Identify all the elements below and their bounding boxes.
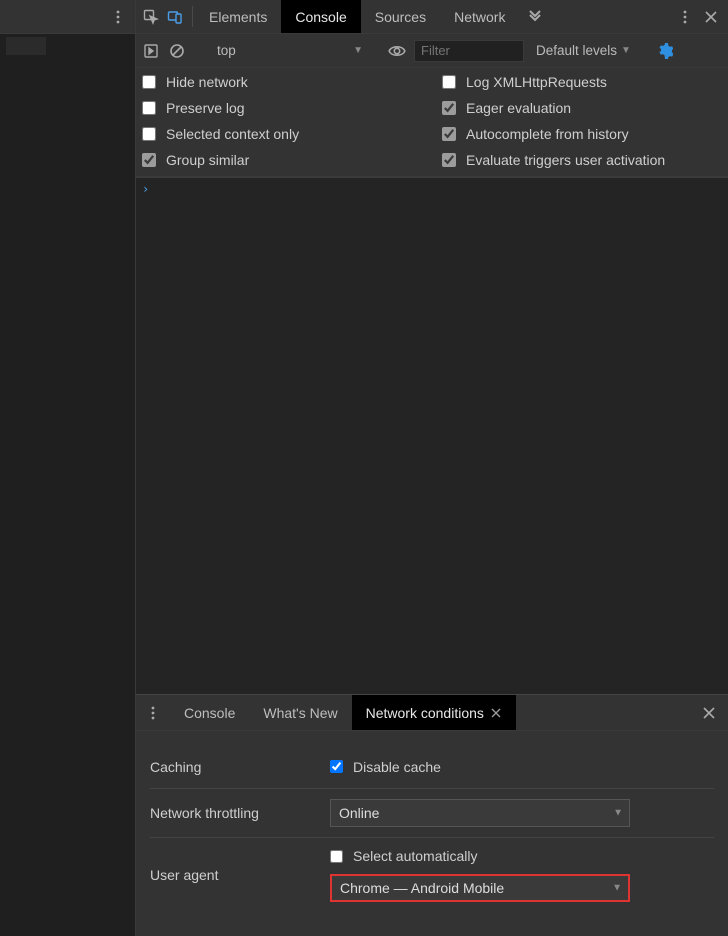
clear-console-icon[interactable] <box>168 42 186 60</box>
throttling-label: Network throttling <box>150 805 330 821</box>
filter-input[interactable] <box>414 40 524 62</box>
group-similar-checkbox[interactable]: Group similar <box>142 152 442 168</box>
eager-eval-checkbox[interactable]: Eager evaluation <box>442 100 722 116</box>
kebab-menu-icon[interactable] <box>144 704 162 722</box>
tab-console[interactable]: Console <box>281 0 360 33</box>
content-pane <box>0 0 136 936</box>
context-selector[interactable]: top ▼ <box>207 43 367 58</box>
devtools-tabbar: Elements Console Sources Network <box>136 0 728 34</box>
tab-overflow[interactable] <box>519 0 551 33</box>
console-output[interactable]: › <box>136 177 728 694</box>
disable-cache-checkbox[interactable]: Disable cache <box>330 759 714 775</box>
select-automatically-label: Select automatically <box>353 848 478 864</box>
device-toolbar-icon[interactable] <box>166 8 184 26</box>
content-pane-field[interactable] <box>6 37 46 55</box>
select-automatically-checkbox[interactable]: Select automatically <box>330 848 714 864</box>
evaluate-triggers-input[interactable] <box>442 153 456 167</box>
chevron-down-icon: ▼ <box>353 45 363 56</box>
preserve-log-input[interactable] <box>142 101 156 115</box>
drawer-tabbar: Console What's New Network conditions <box>136 695 728 731</box>
drawer-tab-console[interactable]: Console <box>170 695 249 730</box>
content-pane-top <box>0 0 135 34</box>
preserve-log-label: Preserve log <box>166 100 245 116</box>
close-tab-icon[interactable] <box>490 707 502 719</box>
kebab-menu-icon[interactable] <box>676 8 694 26</box>
chevron-down-icon: ▼ <box>621 45 631 56</box>
log-xhr-label: Log XMLHttpRequests <box>466 74 607 90</box>
autocomplete-input[interactable] <box>442 127 456 141</box>
drawer-tab-whats-new[interactable]: What's New <box>249 695 351 730</box>
user-agent-value: Chrome — Android Mobile <box>340 880 504 896</box>
caching-row: Caching Disable cache <box>150 745 714 789</box>
disable-cache-label: Disable cache <box>353 759 441 775</box>
evaluate-triggers-label: Evaluate triggers user activation <box>466 152 665 168</box>
evaluate-triggers-checkbox[interactable]: Evaluate triggers user activation <box>442 152 722 168</box>
console-settings-panel: Hide network Log XMLHttpRequests Preserv… <box>136 68 728 177</box>
close-icon[interactable] <box>702 8 720 26</box>
user-agent-select[interactable]: Chrome — Android Mobile ▼ <box>330 874 630 902</box>
throttling-value: Online <box>339 805 379 821</box>
group-similar-input[interactable] <box>142 153 156 167</box>
inspect-element-icon[interactable] <box>142 8 160 26</box>
drawer-panel: Console What's New Network conditions Ca… <box>136 694 728 936</box>
tab-sources[interactable]: Sources <box>361 0 440 33</box>
hide-network-checkbox[interactable]: Hide network <box>142 74 442 90</box>
log-levels-value: Default levels <box>536 43 617 58</box>
selected-context-input[interactable] <box>142 127 156 141</box>
devtools-panel: Elements Console Sources Network top ▼ <box>136 0 728 936</box>
chevron-down-icon: ▼ <box>612 883 622 894</box>
console-prompt: › <box>142 182 149 196</box>
hide-network-label: Hide network <box>166 74 248 90</box>
hide-network-input[interactable] <box>142 75 156 89</box>
log-xhr-input[interactable] <box>442 75 456 89</box>
execution-context-icon[interactable] <box>142 42 160 60</box>
chevron-down-icon: ▼ <box>613 808 623 819</box>
group-similar-label: Group similar <box>166 152 249 168</box>
autocomplete-checkbox[interactable]: Autocomplete from history <box>442 126 722 142</box>
eager-eval-label: Eager evaluation <box>466 100 571 116</box>
close-drawer-icon[interactable] <box>700 704 718 722</box>
throttling-select[interactable]: Online ▼ <box>330 799 630 827</box>
context-selector-value: top <box>217 43 236 58</box>
throttling-row: Network throttling Online ▼ <box>150 789 714 838</box>
autocomplete-label: Autocomplete from history <box>466 126 629 142</box>
log-xhr-checkbox[interactable]: Log XMLHttpRequests <box>442 74 722 90</box>
selected-context-label: Selected context only <box>166 126 299 142</box>
selected-context-checkbox[interactable]: Selected context only <box>142 126 442 142</box>
caching-label: Caching <box>150 759 330 775</box>
eager-eval-input[interactable] <box>442 101 456 115</box>
network-conditions-body: Caching Disable cache Network throttling… <box>136 731 728 936</box>
content-pane-body <box>0 34 135 936</box>
drawer-tab-network-conditions[interactable]: Network conditions <box>352 695 516 730</box>
live-expression-icon[interactable] <box>388 42 406 60</box>
user-agent-row: User agent Select automatically Chrome —… <box>150 838 714 912</box>
drawer-tab-network-conditions-label: Network conditions <box>366 705 484 721</box>
disable-cache-input[interactable] <box>330 760 343 773</box>
user-agent-label: User agent <box>150 867 330 883</box>
kebab-menu-icon[interactable] <box>109 8 127 26</box>
select-automatically-input[interactable] <box>330 850 343 863</box>
tab-network[interactable]: Network <box>440 0 519 33</box>
preserve-log-checkbox[interactable]: Preserve log <box>142 100 442 116</box>
log-levels-selector[interactable]: Default levels ▼ <box>532 43 635 58</box>
console-toolbar: top ▼ Default levels ▼ <box>136 34 728 68</box>
console-settings-icon[interactable] <box>656 42 674 60</box>
tab-elements[interactable]: Elements <box>195 0 281 33</box>
